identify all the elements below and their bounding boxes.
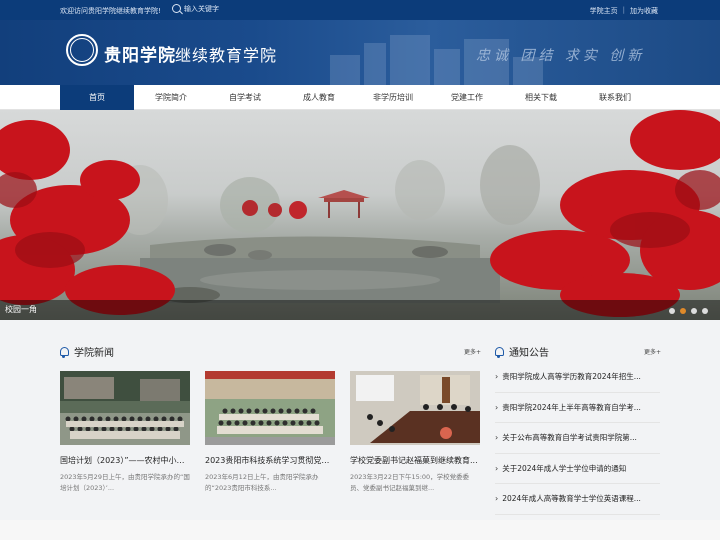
bell-icon — [495, 347, 504, 358]
news-section-title: 学院新闻 — [74, 348, 114, 359]
news-photo[interactable] — [350, 371, 480, 445]
news-card[interactable]: 学校党委副书记赵福菓到继续教育... 2023年3月22日下午15:00，学校党… — [350, 371, 480, 494]
news-photo[interactable] — [60, 371, 190, 445]
notice-item[interactable]: › 贵阳学院成人高等学历教育2024年招生... — [495, 362, 660, 393]
nav-item-self-study-exam[interactable]: 自学考试 — [208, 85, 282, 110]
banner-caption: 校园一角 — [5, 305, 37, 314]
nav-item-about[interactable]: 学院简介 — [134, 85, 208, 110]
search-box[interactable] — [172, 4, 244, 13]
news-card[interactable]: 国培计划（2023）”——农村中小学... 2023年5月29日上午，由贵阳学院… — [60, 371, 190, 494]
school-name[interactable]: 贵阳学院 — [104, 41, 176, 66]
home-link[interactable]: 学院主页 — [590, 6, 618, 16]
nav-item-contact[interactable]: 联系我们 — [578, 85, 652, 110]
college-name: 继续教育学院 — [175, 46, 278, 65]
notice-item[interactable]: › 2024年成人高等教育学士学位英语课程... — [495, 484, 660, 515]
chevron-right-icon: › — [495, 402, 499, 412]
news-title[interactable]: 学校党委副书记赵福菓到继续教育... — [350, 455, 480, 466]
slide-dot[interactable] — [691, 308, 697, 314]
school-motto: 忠诚 团结 求实 创新 — [476, 48, 646, 64]
notice-item[interactable]: › 关于公布高等教育自学考试贵阳学院第... — [495, 423, 660, 454]
notice-title[interactable]: 关于2024年成人学士学位申请的通知 — [502, 463, 626, 474]
notice-more-link[interactable]: 更多+ — [644, 347, 661, 356]
nav-item-non-degree-training[interactable]: 非学历培训 — [356, 85, 430, 110]
notice-title[interactable]: 贵阳学院2024年上半年高等教育自学考... — [502, 402, 641, 413]
notice-section-title: 通知公告 — [509, 348, 549, 359]
nav-item-adult-education[interactable]: 成人教育 — [282, 85, 356, 110]
notice-title[interactable]: 关于公布高等教育自学考试贵阳学院第... — [502, 432, 637, 443]
chevron-right-icon: › — [495, 433, 499, 443]
top-bar: 欢迎访问贵阳学院继续教育学院! 学院主页 | 加为收藏 — [0, 0, 720, 20]
news-photo[interactable] — [205, 371, 335, 445]
slide-dot[interactable] — [669, 308, 675, 314]
news-summary: 2023年3月22日下午15:00，学校党委委员、党委副书记赵福菓到继... — [350, 473, 470, 492]
hero-banner[interactable]: 校园一角 — [0, 110, 720, 320]
caption-bar — [0, 300, 720, 320]
chevron-right-icon: › — [495, 494, 499, 504]
nav-item-downloads[interactable]: 相关下载 — [504, 85, 578, 110]
footer-strip — [0, 520, 720, 540]
chevron-right-icon: › — [495, 372, 499, 382]
top-links: 学院主页 | 加为收藏 — [590, 6, 658, 16]
notice-section-header: 通知公告 — [495, 344, 549, 359]
news-title[interactable]: 国培计划（2023）”——农村中小学... — [60, 455, 190, 466]
welcome-text: 欢迎访问贵阳学院继续教育学院! — [60, 7, 161, 15]
notice-list: › 贵阳学院成人高等学历教育2024年招生... › 贵阳学院2024年上半年高等教… — [495, 362, 660, 515]
nav-item-home[interactable]: 首页 — [60, 85, 134, 110]
slide-dot-active[interactable] — [680, 308, 686, 314]
news-title[interactable]: 2023贵阳市科技系统学习贯彻党的... — [205, 455, 335, 466]
notice-title[interactable]: 贵阳学院成人高等学历教育2024年招生... — [502, 371, 641, 382]
slide-indicator — [669, 308, 708, 314]
bell-icon — [60, 347, 69, 358]
school-seal-logo[interactable] — [66, 34, 98, 66]
site-header: 贵阳学院 继续教育学院 忠诚 团结 求实 创新 — [0, 20, 720, 85]
news-summary: 2023年6月12日上午，由贵阳学院承办的“2023贵阳市科技系... — [205, 473, 319, 492]
chevron-right-icon: › — [495, 463, 499, 473]
campus-scene-image — [0, 110, 720, 317]
bookmark-link[interactable]: 加为收藏 — [630, 6, 658, 16]
nav-item-party-work[interactable]: 党建工作 — [430, 85, 504, 110]
main-nav: 首页 学院简介 自学考试 成人教育 非学历培训 党建工作 相关下载 联系我们 — [0, 85, 720, 110]
notice-title[interactable]: 2024年成人高等教育学士学位英语课程... — [502, 493, 641, 504]
slide-dot[interactable] — [702, 308, 708, 314]
link-separator: | — [622, 6, 625, 14]
search-icon[interactable] — [172, 4, 181, 13]
news-summary: 2023年5月29日上午，由贵阳学院承办的“国培计划（2023）’... — [60, 473, 190, 492]
news-card[interactable]: 2023贵阳市科技系统学习贯彻党的... 2023年6月12日上午，由贵阳学院承… — [205, 371, 335, 494]
news-section-header: 学院新闻 — [60, 344, 114, 359]
news-more-link[interactable]: 更多+ — [464, 347, 481, 356]
notice-item[interactable]: › 贵阳学院2024年上半年高等教育自学考... — [495, 393, 660, 423]
search-input[interactable] — [184, 4, 244, 13]
notice-item[interactable]: › 关于2024年成人学士学位申请的通知 — [495, 454, 660, 484]
